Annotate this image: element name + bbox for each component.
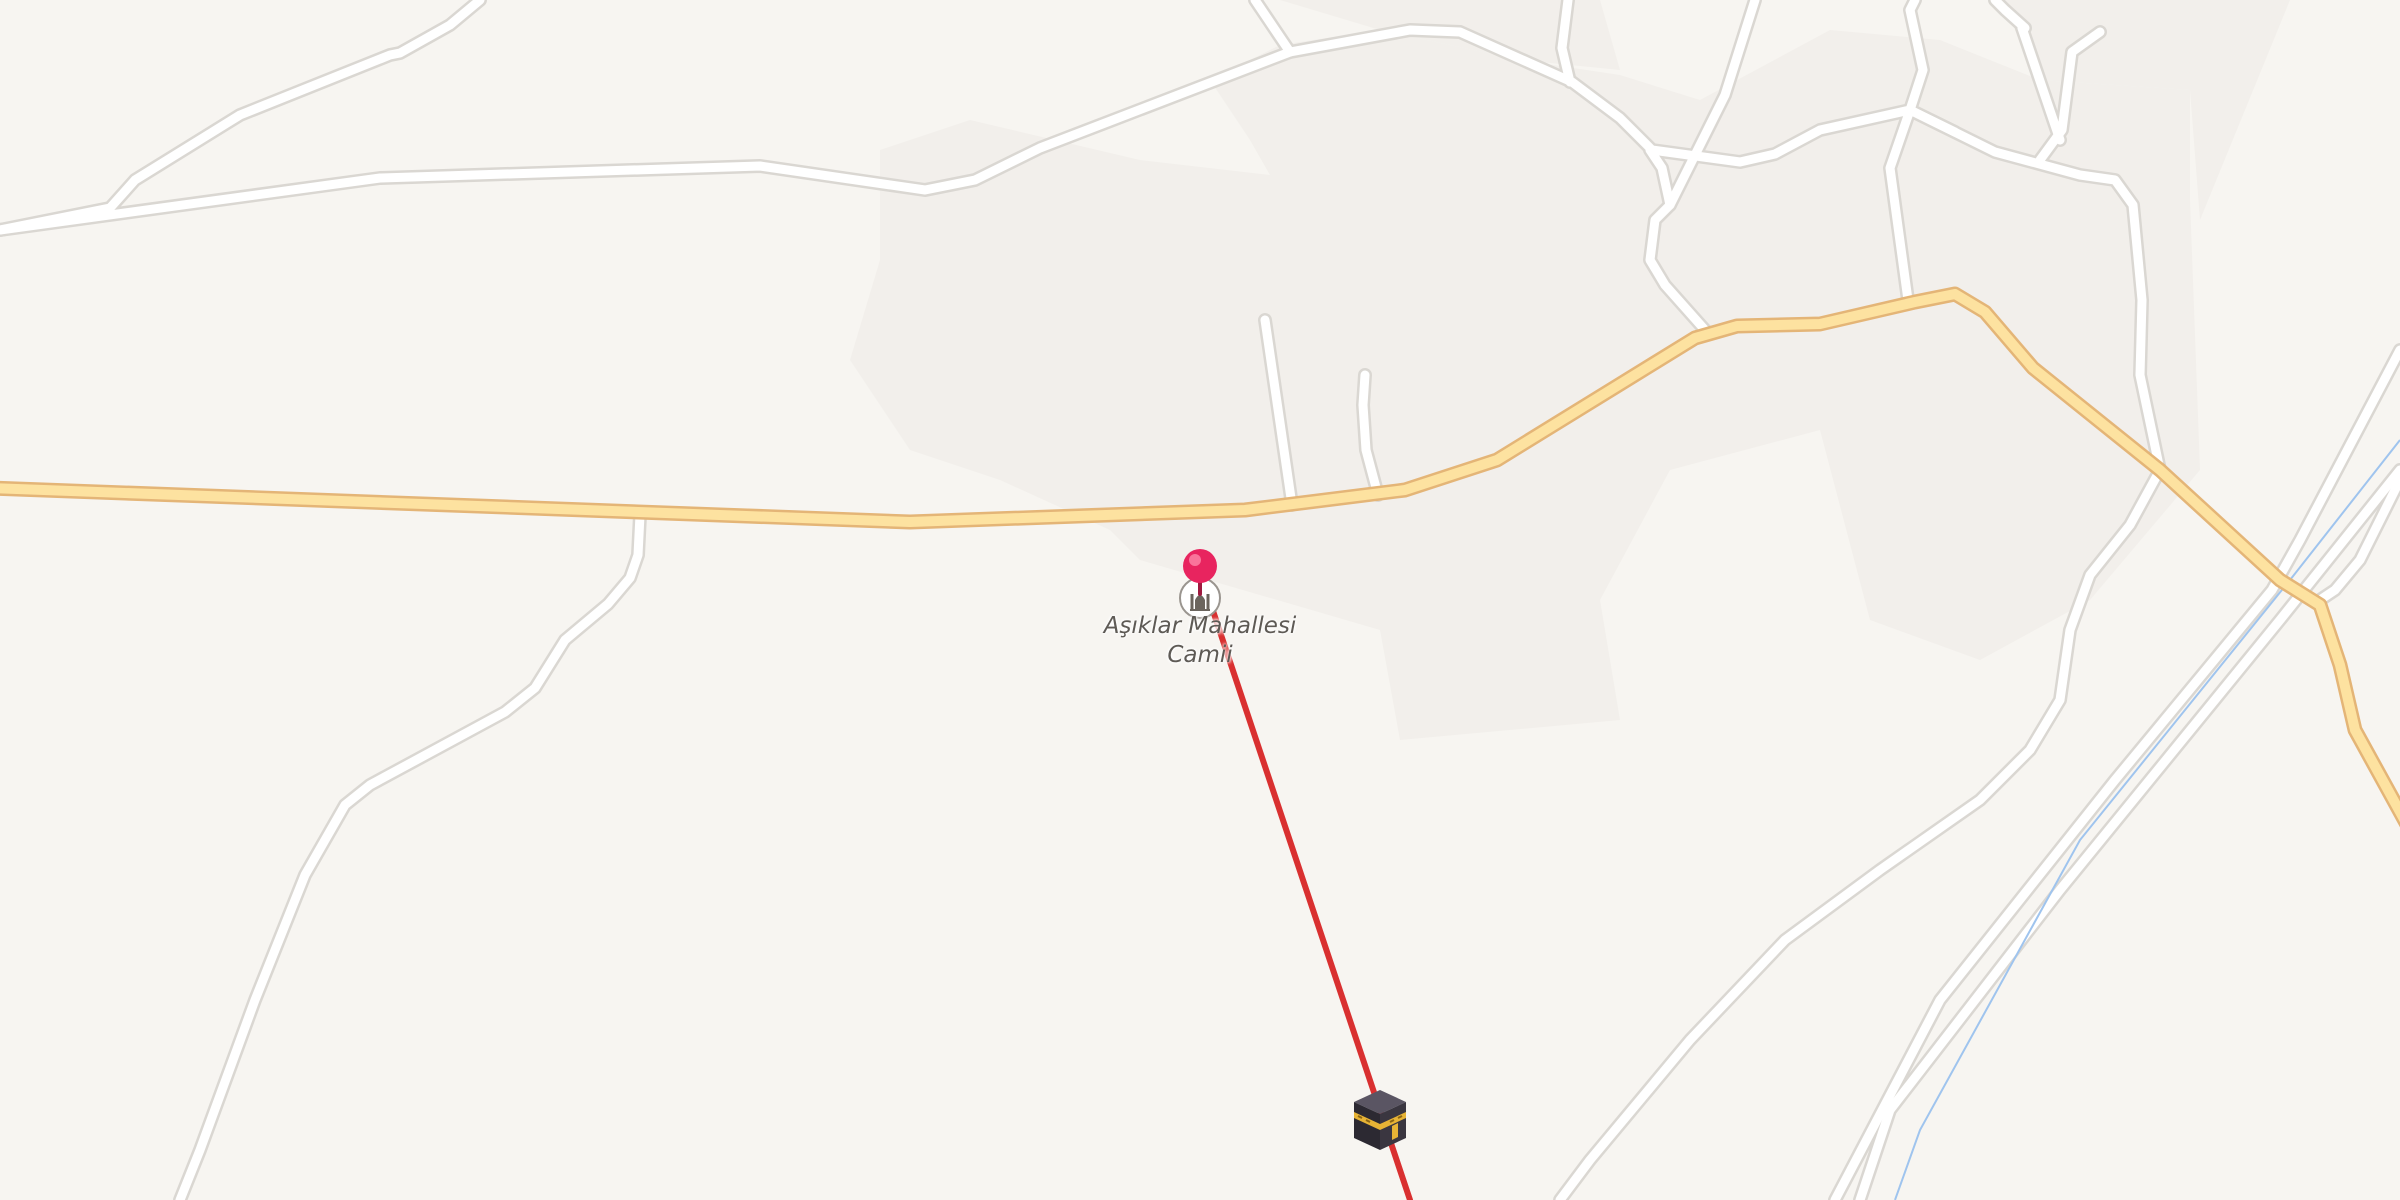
road-east-stub — [2315, 475, 2400, 605]
road-northwest-stub — [1250, 0, 1295, 57]
poi-name-line1: Aşıklar Mahallesi — [1103, 613, 1297, 639]
kaaba-icon[interactable] — [1354, 1090, 1406, 1150]
poi-name-line2: Camii — [1167, 642, 1233, 668]
map-layers — [0, 0, 2400, 1200]
road-southwest — [175, 510, 645, 1200]
poi-label[interactable]: Aşıklar Mahallesi Camii — [1000, 612, 1400, 670]
map-canvas[interactable]: Aşıklar Mahallesi Camii — [0, 0, 2400, 1200]
